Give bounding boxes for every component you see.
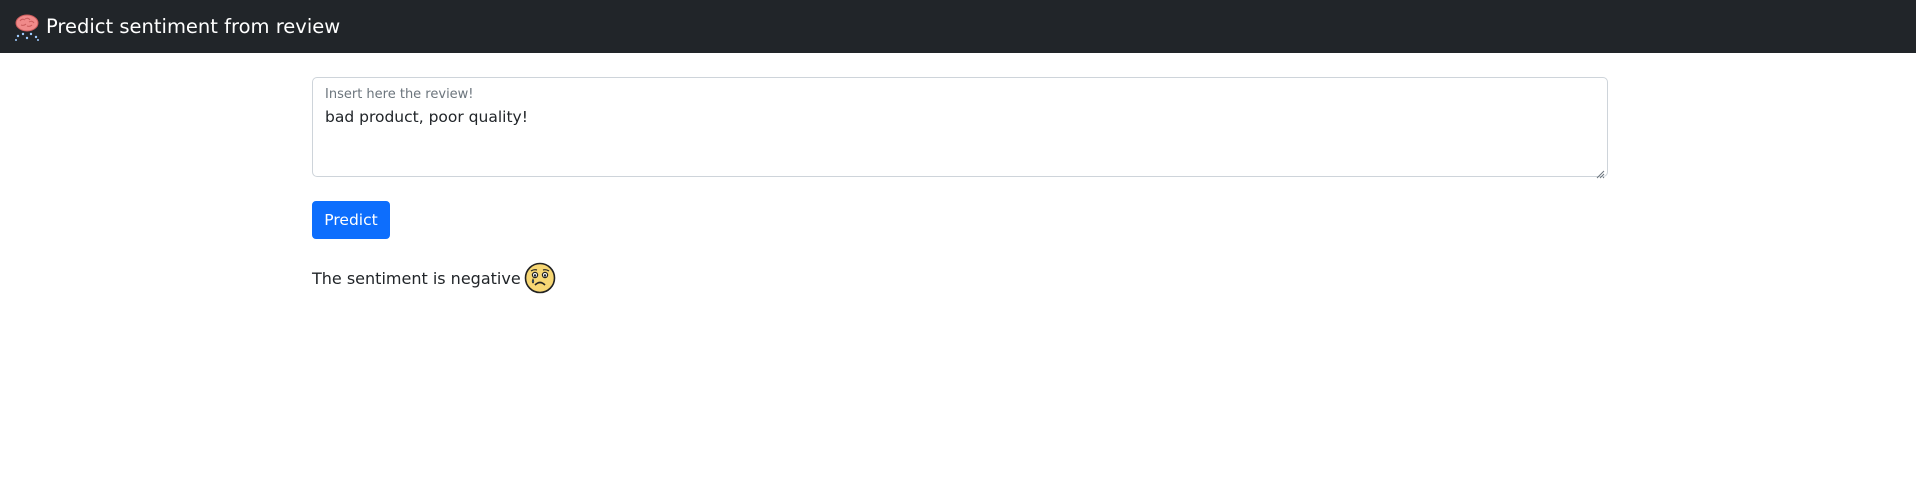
sentiment-result: The sentiment is negative [312, 262, 556, 294]
review-textarea[interactable]: bad product, poor quality! [325, 107, 1593, 167]
review-label: Insert here the review! [325, 87, 474, 102]
result-text: The sentiment is negative [312, 268, 521, 288]
review-field: Insert here the review! bad product, poo… [312, 77, 1608, 179]
predict-button[interactable]: Predict [312, 201, 390, 239]
navbar-brand[interactable]: Predict sentiment from review [13, 13, 340, 41]
crying-face-icon [524, 262, 556, 294]
top-navbar: Predict sentiment from review [0, 0, 1916, 53]
brain-icon [13, 13, 41, 41]
resize-handle-icon[interactable] [1595, 164, 1605, 179]
app-title: Predict sentiment from review [46, 14, 341, 38]
